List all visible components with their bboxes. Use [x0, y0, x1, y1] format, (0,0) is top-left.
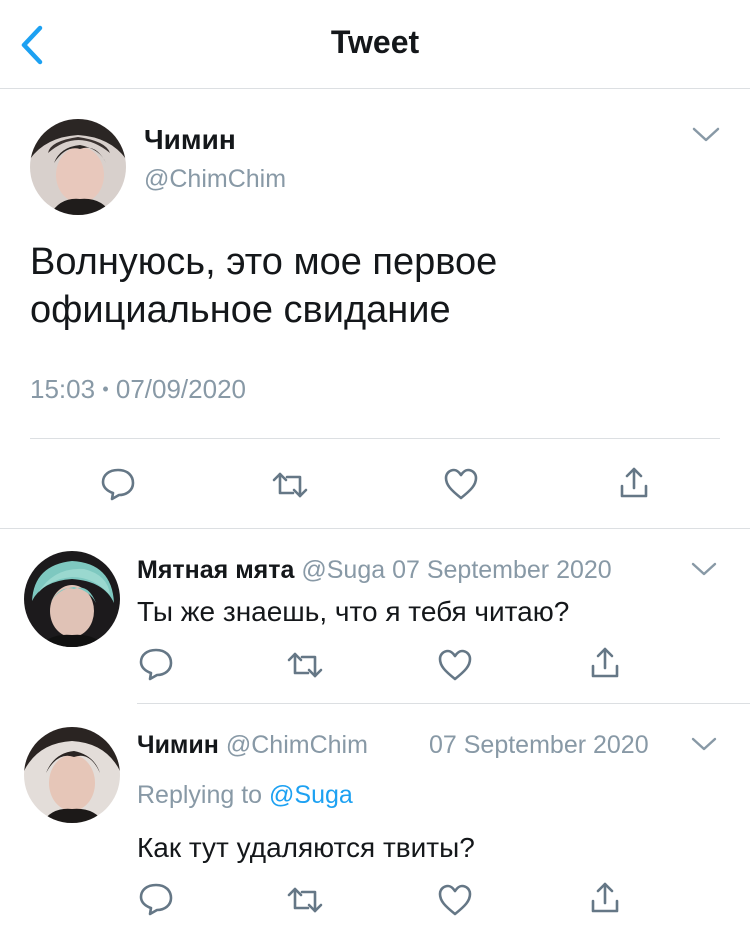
retweet-button[interactable]: [271, 468, 309, 502]
share-button[interactable]: [588, 880, 622, 916]
author-name[interactable]: Мятная мята: [137, 556, 294, 584]
replying-to: Replying to @Suga: [137, 781, 353, 810]
chevron-down-icon: [692, 127, 720, 142]
section-divider: [0, 528, 750, 529]
tweet-divider: [30, 438, 720, 439]
reply-header: Мятная мята @Suga 07 September 2020: [137, 556, 612, 585]
reply-divider: [137, 703, 750, 704]
avatar[interactable]: [24, 551, 120, 647]
author-name[interactable]: Чимин: [144, 124, 236, 156]
reply-date: 07 September 2020: [429, 731, 649, 759]
tweet-text: Волнуюсь, это мое первое официальное сви…: [30, 238, 497, 334]
retweet-icon: [287, 652, 323, 678]
avatar-photo: [24, 551, 120, 647]
author-handle[interactable]: @ChimChim: [144, 165, 286, 194]
heart-icon: [444, 468, 478, 500]
author-name[interactable]: Чимин: [137, 731, 219, 759]
reply-text: Ты же знаешь, что я тебя читаю?: [137, 596, 570, 627]
retweet-button[interactable]: [286, 883, 324, 917]
header-divider: [0, 88, 750, 89]
avatar[interactable]: [30, 119, 126, 215]
tweet-menu-button[interactable]: [690, 124, 722, 146]
author-handle[interactable]: @Suga: [301, 556, 385, 584]
reply-text: Как тут удаляются твиты?: [137, 832, 475, 863]
reply-icon: [139, 883, 173, 916]
avatar-photo: [24, 727, 120, 823]
like-button[interactable]: [443, 467, 479, 501]
reply-menu-button[interactable]: [690, 735, 718, 753]
author-handle[interactable]: @ChimChim: [226, 731, 368, 759]
share-icon: [620, 467, 648, 498]
reply-date: 07 September 2020: [392, 556, 612, 584]
retweet-icon: [272, 472, 308, 498]
reply-button[interactable]: [138, 646, 174, 682]
chevron-down-icon: [691, 562, 717, 576]
share-icon: [591, 647, 619, 678]
tweet-time: 15:03: [30, 374, 96, 404]
heart-icon: [438, 649, 472, 681]
replying-to-handle[interactable]: @Suga: [269, 781, 353, 809]
share-button[interactable]: [617, 465, 651, 501]
tweet-text-line: официальное свидание: [30, 289, 451, 331]
reply-button[interactable]: [100, 466, 136, 502]
tweet-text-line: Волнуюсь, это мое первое: [30, 241, 498, 283]
avatar[interactable]: [24, 727, 120, 823]
separator-dot: •: [102, 379, 109, 399]
share-icon: [591, 882, 619, 913]
avatar-photo: [30, 119, 126, 215]
page-title: Tweet: [330, 24, 420, 60]
top-bar: Tweet: [0, 0, 750, 88]
reply-icon: [101, 468, 135, 501]
share-button[interactable]: [588, 645, 622, 681]
chevron-down-icon: [691, 737, 717, 751]
tweet-timestamp: 15:03 • 07/09/2020: [30, 374, 246, 405]
reply-header: Чимин @ChimChim: [137, 731, 368, 760]
heart-icon: [438, 884, 472, 916]
like-button[interactable]: [437, 648, 473, 682]
like-button[interactable]: [437, 883, 473, 917]
reply-menu-button[interactable]: [690, 560, 718, 578]
tweet-date: 07/09/2020: [115, 374, 246, 404]
retweet-button[interactable]: [286, 648, 324, 682]
reply-icon: [139, 648, 173, 681]
retweet-icon: [287, 887, 323, 913]
reply-button[interactable]: [138, 881, 174, 917]
replying-to-label: Replying to: [137, 781, 263, 809]
